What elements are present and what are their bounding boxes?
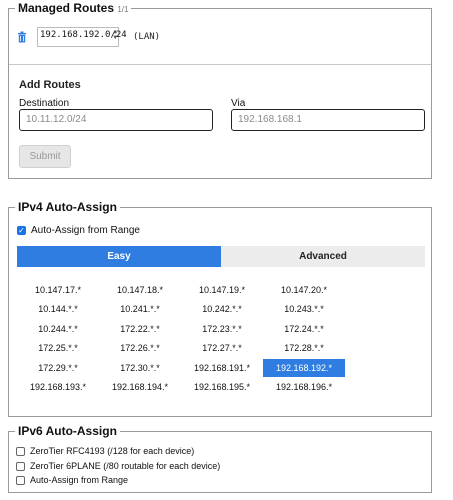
managed-routes-panel: Managed Routes 1/1 192.168.192.0/24 ▲ ▼ (… [8,1,432,179]
destination-placeholder: 10.11.12.0/24 [26,114,87,125]
route-row: 192.168.192.0/24 ▲ ▼ (LAN) [17,25,160,49]
ipv6-option-label: ZeroTier 6PLANE (/80 routable for each d… [30,461,221,471]
range-option[interactable]: 10.244.*.* [17,320,99,338]
range-option[interactable]: 192.168.194.* [99,378,181,396]
ipv6-auto-assign-panel: IPv6 Auto-Assign ZeroTier RFC4193 (/128 … [8,424,432,493]
ipv6-option-label: Auto-Assign from Range [30,475,129,485]
checkbox-unchecked-icon[interactable] [16,461,25,471]
range-option[interactable]: 10.147.17.* [17,281,99,299]
routes-count: 1/1 [117,5,129,14]
range-option[interactable]: 172.29.*.* [17,359,99,377]
range-option[interactable]: 192.168.195.* [181,378,263,396]
via-input[interactable]: 192.168.168.1 [231,109,425,131]
tab-advanced[interactable]: Advanced [221,246,425,267]
managed-routes-legend: Managed Routes 1/1 [15,1,132,15]
submit-button[interactable]: Submit [19,145,71,168]
range-option[interactable]: 10.241.*.* [99,300,181,318]
ipv6-option-label: ZeroTier RFC4193 (/128 for each device) [30,446,195,456]
via-label: Via [231,98,246,109]
range-option[interactable]: 172.30.*.* [99,359,181,377]
range-option[interactable]: 172.28.*.* [263,339,345,357]
range-option[interactable]: 10.147.20.* [263,281,345,299]
range-option[interactable]: 172.27.*.* [181,339,263,357]
range-option[interactable]: 172.23.*.* [181,320,263,338]
range-option-selected[interactable]: 192.168.192.* [263,358,345,377]
route-via: (LAN) [133,32,161,42]
trash-icon[interactable] [17,31,27,43]
range-option[interactable]: 10.144.*.* [17,300,99,318]
range-option[interactable]: 10.242.*.* [181,300,263,318]
checkbox-unchecked-icon[interactable] [16,475,25,485]
range-mode-tabs: Easy Advanced [17,246,425,267]
range-option[interactable]: 172.22.*.* [99,320,181,338]
range-option[interactable]: 10.243.*.* [263,300,345,318]
ipv4-auto-assign-row[interactable]: ✓ Auto-Assign from Range [17,225,140,236]
range-option[interactable]: 172.24.*.* [263,320,345,338]
ipv6-legend: IPv6 Auto-Assign [15,424,120,438]
range-option[interactable]: 10.147.18.* [99,281,181,299]
ipv4-auto-assign-panel: IPv4 Auto-Assign ✓ Auto-Assign from Rang… [8,200,432,417]
route-target-input[interactable]: 192.168.192.0/24 ▲ ▼ [37,27,127,47]
ipv4-legend: IPv4 Auto-Assign [15,200,120,214]
range-option[interactable]: 10.147.19.* [181,281,263,299]
spinner-icon[interactable]: ▲ ▼ [113,29,117,41]
destination-label: Destination [19,98,70,109]
range-option[interactable]: 192.168.193.* [17,378,99,396]
ipv6-option-range[interactable]: Auto-Assign from Range [16,475,128,485]
range-option[interactable]: 192.168.196.* [263,378,345,396]
ipv6-option-6plane[interactable]: ZeroTier 6PLANE (/80 routable for each d… [16,461,220,471]
add-routes-title: Add Routes [19,79,81,91]
ipv6-option-rfc4193[interactable]: ZeroTier RFC4193 (/128 for each device) [16,446,194,456]
range-option[interactable]: 172.25.*.* [17,339,99,357]
destination-input[interactable]: 10.11.12.0/24 [19,109,213,131]
checkbox-checked-icon[interactable]: ✓ [17,226,26,235]
range-option[interactable]: 192.168.191.* [181,359,263,377]
range-option[interactable]: 172.26.*.* [99,339,181,357]
via-placeholder: 192.168.168.1 [238,114,302,125]
ipv4-auto-assign-label: Auto-Assign from Range [31,225,140,236]
checkbox-unchecked-icon[interactable] [16,446,25,456]
tab-easy[interactable]: Easy [17,246,221,267]
divider [9,64,431,65]
